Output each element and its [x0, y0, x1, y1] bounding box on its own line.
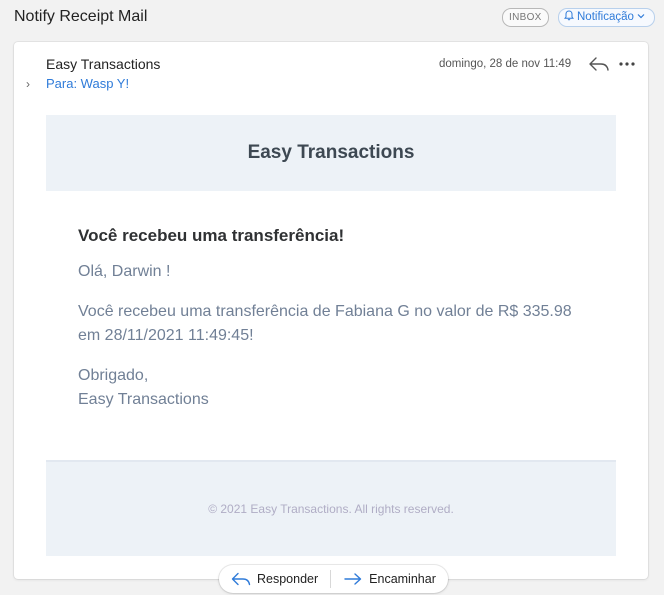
- email-body: Você recebeu uma transferência de Fabian…: [78, 303, 572, 344]
- closing: Obrigado,: [78, 367, 149, 384]
- email-heading: Você recebeu uma transferência!: [78, 226, 345, 245]
- recipient-field[interactable]: Para: Wasp Y!: [46, 76, 129, 91]
- signature: Easy Transactions: [78, 391, 209, 408]
- category-tag-label: Notificação: [577, 11, 634, 23]
- bell-icon: [563, 10, 575, 21]
- footer-text: © 2021 Easy Transactions. All rights res…: [208, 502, 454, 516]
- more-icon[interactable]: [618, 56, 636, 72]
- reply-button-label: Responder: [257, 572, 319, 586]
- message-actions: Responder Encaminhar: [219, 565, 448, 593]
- toolbar: Notify Receipt Mail INBOX Notificação: [0, 0, 664, 36]
- forward-button-label: Encaminhar: [369, 572, 436, 586]
- forward-button[interactable]: Encaminhar: [331, 565, 448, 593]
- message-date: domingo, 28 de nov 11:49: [439, 58, 572, 70]
- forward-icon: [344, 573, 362, 585]
- chevron-right-icon[interactable]: ›: [26, 77, 30, 91]
- category-tag[interactable]: Notificação: [558, 8, 655, 27]
- greeting: Olá, Darwin !: [78, 263, 171, 280]
- email-subject: Notify Receipt Mail: [14, 8, 148, 25]
- message-card: Easy Transactions domingo, 28 de nov 11:…: [14, 42, 648, 579]
- reply-button[interactable]: Responder: [219, 565, 330, 593]
- email-banner: Easy Transactions: [46, 115, 616, 191]
- email-footer: © 2021 Easy Transactions. All rights res…: [46, 460, 616, 556]
- reply-icon[interactable]: [588, 56, 610, 72]
- mailbox-tag[interactable]: INBOX: [502, 8, 549, 27]
- chevron-down-icon: [637, 14, 645, 19]
- reply-icon: [231, 572, 251, 586]
- sender-name: Easy Transactions: [46, 56, 161, 72]
- email-content: Você recebeu uma transferência! Olá, Dar…: [78, 226, 598, 428]
- banner-title: Easy Transactions: [247, 142, 415, 163]
